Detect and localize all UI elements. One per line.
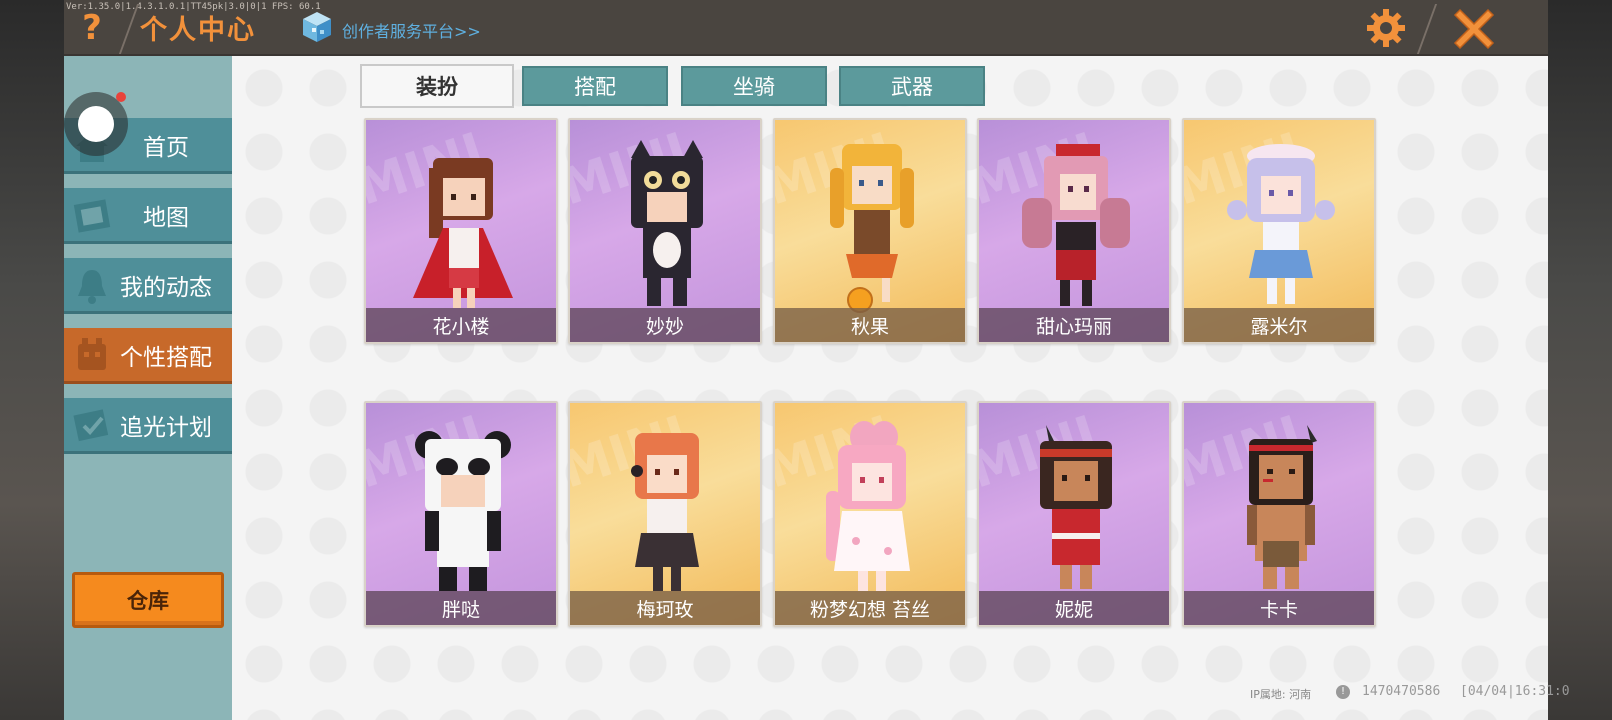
page-title: 个人中心 [140, 15, 256, 46]
skin-card[interactable]: MINI 妮妮 [977, 401, 1171, 627]
character-avatar-icon [415, 431, 511, 591]
skin-card[interactable]: MINI 露米尔 [1182, 118, 1376, 344]
personal-center-window: Ver:1.35.0|1.4.3.1.0.1|TT45pk|3.0|0|1 FP… [64, 0, 1570, 720]
warehouse-button[interactable]: 仓库 [72, 572, 224, 628]
skin-card[interactable]: MINI 甜心玛丽 [977, 118, 1171, 344]
character-avatar-icon [830, 144, 914, 313]
backdrop-right [1548, 0, 1612, 720]
skin-name: 妙妙 [570, 308, 760, 342]
sidebar-item-label: 地图 [143, 204, 189, 231]
top-bar: Ver:1.35.0|1.4.3.1.0.1|TT45pk|3.0|0|1 FP… [64, 0, 1548, 56]
sidebar-item-map[interactable]: 地图 [64, 188, 232, 244]
skin-name: 妮妮 [979, 591, 1169, 625]
sidebar-item-label: 个性搭配 [120, 344, 212, 371]
help-button[interactable]: ? [70, 6, 114, 50]
skin-card[interactable]: MINI 秋果 [773, 118, 967, 344]
skin-card[interactable]: MINI 胖哒 [364, 401, 558, 627]
skin-card[interactable]: MINI 花小楼 [364, 118, 558, 344]
tab-combination[interactable]: 搭配 [522, 66, 668, 106]
skin-name: 卡卡 [1184, 591, 1374, 625]
skin-name: 甜心玛丽 [979, 308, 1169, 342]
skin-name: 秋果 [775, 308, 965, 342]
skin-card[interactable]: MINI 粉梦幻想 苔丝 [773, 401, 967, 627]
creator-platform-link[interactable]: 创作者服务平台>> [342, 18, 481, 42]
skin-card[interactable]: MINI 卡卡 [1182, 401, 1376, 627]
ip-location-label: IP属地: 河南 [1250, 688, 1312, 701]
skin-name: 梅珂玫 [570, 591, 760, 625]
skin-card[interactable]: MINI 梅珂玫 [568, 401, 762, 627]
skin-card[interactable]: MINI 妙妙 [568, 118, 762, 344]
timestamp: [04/04|16:31:0 [1460, 684, 1570, 699]
sidebar-item-plan[interactable]: 追光计划 [64, 398, 232, 454]
character-avatar-icon [1022, 144, 1130, 306]
tab-mount[interactable]: 坐骑 [681, 66, 827, 106]
character-avatar-icon [826, 421, 910, 591]
character-avatar-icon [413, 158, 513, 308]
gear-icon[interactable] [1364, 6, 1408, 50]
tab-costume[interactable]: 装扮 [360, 64, 514, 108]
character-avatar-icon [631, 433, 699, 591]
tab-weapon[interactable]: 武器 [839, 66, 985, 106]
skin-name: 露米尔 [1184, 308, 1374, 342]
sidebar-item-activity[interactable]: 我的动态 [64, 258, 232, 314]
character-avatar-icon [1227, 144, 1335, 304]
backdrop-left [0, 0, 64, 720]
sidebar-item-label: 我的动态 [120, 274, 212, 301]
user-id: 1470470586 [1362, 684, 1441, 699]
notification-badge [116, 92, 126, 102]
sidebar: 首页 地图 我的动态 个性搭配 追光计划 仓库 [64, 56, 232, 720]
character-avatar-icon [1247, 425, 1317, 589]
floating-dot-icon [78, 106, 114, 142]
skin-name: 粉梦幻想 苔丝 [775, 591, 965, 625]
sidebar-item-outfit[interactable]: 个性搭配 [64, 328, 232, 384]
topbar-divider [1416, 4, 1438, 54]
sidebar-item-label: 追光计划 [120, 414, 212, 441]
character-avatar-icon [631, 140, 703, 306]
info-icon[interactable]: ! [1336, 685, 1350, 699]
content-area: 装扮 搭配 坐骑 武器 MINI 花小楼 MINI [232, 56, 1548, 720]
creator-cube-icon[interactable] [300, 10, 334, 44]
close-icon[interactable] [1450, 4, 1498, 52]
skin-name: 胖哒 [366, 591, 556, 625]
character-avatar-icon [1040, 425, 1112, 589]
question-icon: ? [82, 8, 102, 48]
floating-assistant-button[interactable] [64, 92, 128, 156]
skin-name: 花小楼 [366, 308, 556, 342]
